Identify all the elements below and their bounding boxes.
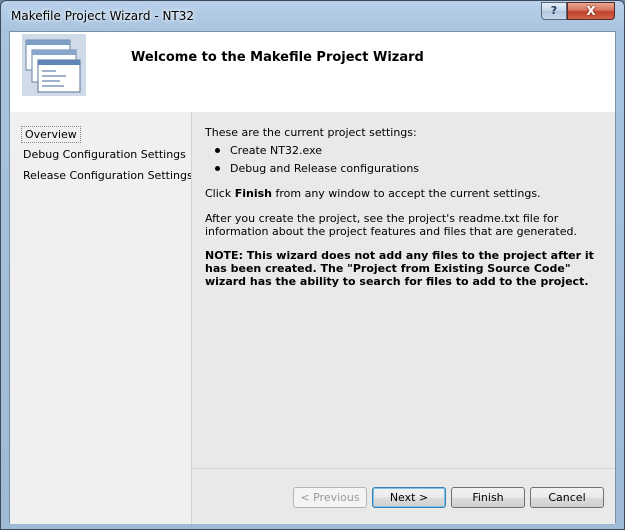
readme-info-text: After you create the project, see the pr… <box>205 212 577 238</box>
wizard-windows-icon <box>22 34 86 96</box>
footer-divider <box>192 468 615 469</box>
cancel-button[interactable]: Cancel <box>530 487 604 508</box>
title-bar[interactable]: Makefile Project Wizard - NT32 ? X <box>1 1 624 31</box>
content-pane: These are the current project settings: … <box>191 112 615 524</box>
nav-item-release-configuration[interactable]: Release Configuration Settings <box>23 169 193 182</box>
bullet-item: Debug and Release configurations <box>230 162 420 175</box>
intro-text: These are the current project settings: <box>205 126 417 139</box>
bullet-item: Create NT32.exe <box>230 144 323 157</box>
finish-instruction-suffix: from any window to accept the current se… <box>271 187 541 200</box>
finish-button[interactable]: Finish <box>451 487 525 508</box>
finish-instruction-prefix: Click <box>205 187 235 200</box>
wizard-navigation: Overview Debug Configuration Settings Re… <box>10 112 193 524</box>
bullet-dot <box>215 166 220 171</box>
wizard-header: Welcome to the Makefile Project Wizard <box>10 32 615 112</box>
wizard-client-area: Welcome to the Makefile Project Wizard O… <box>9 31 616 524</box>
note-text: NOTE: This wizard does not add any files… <box>205 249 594 288</box>
window-title: Makefile Project Wizard - NT32 <box>11 9 195 23</box>
close-button[interactable]: X <box>567 2 615 20</box>
nav-item-overview[interactable]: Overview <box>21 126 81 143</box>
finish-instruction: Click Finish from any window to accept t… <box>205 187 609 200</box>
next-button[interactable]: Next > <box>372 487 446 508</box>
help-button[interactable]: ? <box>541 2 567 20</box>
bullet-dot <box>215 148 220 153</box>
previous-button[interactable]: < Previous <box>293 487 367 508</box>
nav-item-debug-configuration[interactable]: Debug Configuration Settings <box>23 148 186 161</box>
finish-instruction-keyword: Finish <box>234 187 272 200</box>
wizard-window: Makefile Project Wizard - NT32 ? X Welco… <box>0 0 625 530</box>
page-title: Welcome to the Makefile Project Wizard <box>131 50 424 65</box>
